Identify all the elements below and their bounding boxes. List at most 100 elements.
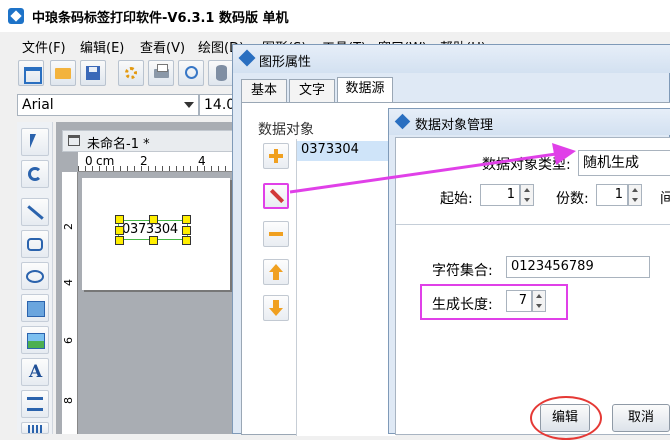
interval-label: 间 [660, 191, 670, 207]
ruler-tick-label: 2 [62, 223, 75, 230]
edit-pencil-icon [269, 188, 285, 204]
barcode-object[interactable]: 0373304 [115, 215, 191, 245]
ruler-tick-label: 8 [62, 397, 75, 404]
tab-basic[interactable]: 基本 [241, 79, 287, 103]
copies-spinner[interactable] [628, 184, 642, 206]
data-type-value: 随机生成 [583, 155, 639, 171]
selection-handle[interactable] [115, 226, 124, 235]
cancel-button[interactable]: 取消 [612, 404, 670, 432]
font-bar: Arial 14.0 [0, 92, 240, 118]
copies-label: 份数: [556, 191, 589, 207]
dialog-diamond-icon [394, 113, 411, 130]
selection-handle[interactable] [182, 215, 191, 224]
list-item-label: 0373304 [301, 142, 359, 157]
length-spinner[interactable] [532, 290, 546, 312]
menu-file[interactable]: 文件(F) [22, 37, 66, 56]
minus-icon [269, 232, 283, 236]
folder-icon [55, 68, 71, 79]
main-title-bar: 中琅条码标签打印软件-V6.3.1 数码版 单机 [0, 0, 670, 32]
ruler-tick-label: 4 [198, 154, 206, 168]
rounded-rect-tool-button[interactable] [21, 230, 49, 258]
tab-text[interactable]: 文字 [289, 79, 335, 103]
data-object-group-label: 数据对象 [258, 122, 314, 138]
line-tool-button[interactable] [21, 198, 49, 226]
vertical-ruler: 2 4 6 8 [62, 172, 78, 434]
tool-palette: A [17, 122, 53, 434]
shape-properties-title: 图形属性 [259, 55, 312, 70]
magnifier-icon [185, 66, 198, 79]
font-size-value: 14.0 [204, 97, 236, 113]
new-file-button[interactable] [18, 60, 44, 86]
start-spinner[interactable] [520, 184, 534, 206]
copies-input[interactable]: 1 [596, 184, 628, 206]
database-button[interactable] [208, 60, 234, 86]
list-item[interactable]: 0373304 [297, 141, 397, 161]
arrow-down-icon [273, 300, 279, 308]
move-down-button[interactable] [263, 295, 289, 321]
settings-button[interactable] [118, 60, 144, 86]
selection-handle[interactable] [149, 215, 158, 224]
selection-handle[interactable] [115, 215, 124, 224]
ruler-tick-label: 2 [140, 154, 148, 168]
charset-input[interactable]: 0123456789 [506, 256, 650, 278]
database-icon [216, 65, 227, 81]
edit-button-circle [530, 396, 602, 440]
selection-handle[interactable] [182, 226, 191, 235]
menu-view[interactable]: 查看(V) [140, 37, 185, 56]
selection-handle[interactable] [115, 236, 124, 245]
text-a-icon: A [29, 362, 43, 382]
selection-handle[interactable] [149, 236, 158, 245]
start-input[interactable]: 1 [480, 184, 520, 206]
section-divider [396, 224, 670, 225]
data-object-list[interactable]: 0373304 [296, 139, 397, 436]
length-value: 7 [518, 293, 527, 308]
tab-data-source[interactable]: 数据源 [337, 77, 393, 103]
save-button[interactable] [80, 60, 106, 86]
move-up-button[interactable] [263, 259, 289, 285]
ellipse-icon [26, 270, 44, 283]
gear-icon [125, 67, 137, 79]
pointer-arrow-icon [30, 134, 36, 148]
length-label: 生成长度: [432, 297, 493, 313]
document-icon [68, 135, 80, 146]
add-data-object-button[interactable] [263, 143, 289, 169]
ruler-tick-label: 4 [62, 279, 75, 286]
rotate-tool-button[interactable] [21, 160, 49, 188]
document-area: 未命名-1 * 0 cm 2 4 2 4 6 8 0373304 [56, 122, 236, 434]
data-type-select[interactable]: 随机生成 [578, 150, 670, 176]
printer-icon [154, 64, 169, 78]
delete-data-object-button[interactable] [263, 221, 289, 247]
data-object-manager-dialog: 数据对象管理 数据对象类型: 随机生成 起始: 1 份数: 1 间 字符集合: … [388, 108, 670, 440]
ellipse-tool-button[interactable] [21, 262, 49, 290]
image-tool-button[interactable] [21, 294, 49, 322]
copies-value: 1 [614, 187, 623, 202]
main-toolbar [0, 56, 240, 90]
barcode-tool-button[interactable] [21, 422, 49, 434]
edit-data-object-button[interactable] [263, 183, 289, 209]
open-file-button[interactable] [50, 60, 76, 86]
new-window-icon [24, 67, 42, 84]
print-button[interactable] [148, 60, 174, 86]
length-input[interactable]: 7 [506, 290, 532, 312]
document-tab[interactable]: 未命名-1 * [62, 130, 236, 152]
label-canvas[interactable]: 0373304 [82, 178, 230, 290]
save-disk-icon [86, 66, 100, 80]
data-manager-title-bar: 数据对象管理 [389, 109, 670, 135]
main-window-title: 中琅条码标签打印软件-V6.3.1 数码版 单机 [32, 10, 289, 26]
picture-icon [27, 301, 45, 317]
ruler-tick-label: 0 [85, 154, 93, 168]
font-family-value: Arial [22, 97, 54, 113]
document-tab-title: 未命名-1 * [87, 137, 150, 152]
horizontal-ruler: 0 cm 2 4 [78, 152, 236, 172]
menu-edit[interactable]: 编辑(E) [80, 37, 124, 56]
text-tool-button[interactable]: A [21, 358, 49, 386]
charset-value: 0123456789 [511, 259, 594, 274]
rich-text-tool-button[interactable] [21, 390, 49, 418]
print-preview-button[interactable] [178, 60, 204, 86]
font-family-select[interactable]: Arial [17, 94, 199, 116]
start-value: 1 [506, 187, 515, 202]
select-tool-button[interactable] [21, 128, 49, 156]
selection-handle[interactable] [182, 236, 191, 245]
photo-tool-button[interactable] [21, 326, 49, 354]
rotate-icon [28, 167, 42, 181]
